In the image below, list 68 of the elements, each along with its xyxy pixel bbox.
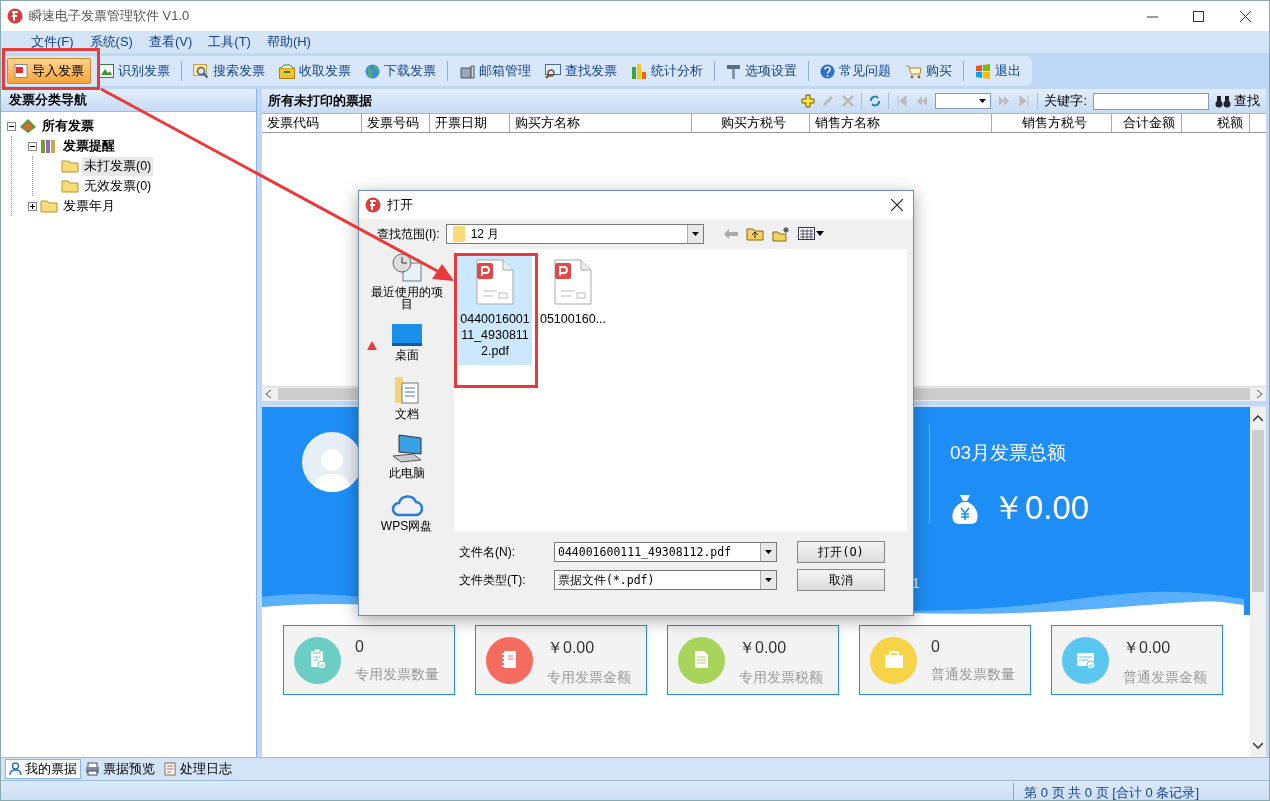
file-type-label: 文件类型(T):	[459, 571, 527, 589]
bottom-tab[interactable]: 我的票据	[5, 759, 81, 779]
file-type-dropdown[interactable]: 票据文件(*.pdf)	[554, 570, 777, 590]
stat-label: 专用发票金额	[547, 669, 631, 687]
tree-item[interactable]: 未打发票(0)	[82, 156, 154, 176]
toolbar-button[interactable]: 识别发票	[91, 58, 177, 84]
toolbar-button[interactable]: 导入发票	[7, 58, 91, 84]
menu-item[interactable]: 系统(S)	[81, 33, 141, 51]
toolbar-button[interactable]: 下载发票	[358, 58, 443, 84]
month-total-label: 03月发票总额	[950, 441, 1068, 465]
place-shortcut[interactable]: 最近使用的项目	[368, 253, 445, 310]
column-header[interactable]: 购买方税号	[692, 114, 810, 132]
place-shortcut[interactable]: 此电脑	[368, 434, 445, 479]
toolbar-button[interactable]: 查找发票	[538, 58, 624, 84]
month-total-amount: ￥0.00	[992, 488, 1090, 528]
stat-label: 普通发票数量	[931, 666, 1015, 684]
menu-item[interactable]: 工具(T)	[200, 33, 259, 51]
bottom-tab[interactable]: 处理日志	[159, 759, 236, 779]
toolbar-button[interactable]: 选项设置	[719, 58, 804, 84]
file-name-label: 文件名(N):	[459, 543, 516, 561]
tree-item[interactable]: 所有发票	[40, 116, 96, 136]
window-title: 瞬速电子发票管理软件 V1.0	[29, 7, 190, 25]
tree-item[interactable]: 发票年月	[61, 196, 117, 216]
folder-dropdown[interactable]: 12 月	[445, 224, 704, 244]
stat-value: 0	[355, 638, 365, 656]
stat-label: 专用发票税额	[739, 669, 823, 687]
column-header[interactable]: 销售方名称	[810, 114, 992, 132]
tree-item[interactable]: 无效发票(0)	[82, 176, 154, 196]
toolbar-button[interactable]: 收取发票	[272, 58, 358, 84]
column-header[interactable]: 开票日期	[430, 114, 510, 132]
column-header[interactable]: 税额	[1182, 114, 1250, 132]
place-shortcut[interactable]: 文档	[368, 375, 445, 420]
place-shortcut[interactable]: WPS网盘	[368, 493, 445, 532]
column-header[interactable]: 购买方名称	[510, 114, 692, 132]
stat-label: 专用发票数量	[355, 666, 439, 684]
stat-value: ￥0.00	[1123, 638, 1172, 658]
tree-item[interactable]: 发票提醒	[61, 136, 117, 156]
menu-item[interactable]: 查看(V)	[140, 33, 201, 51]
file-item[interactable]: 044001600111_49308112.pdf	[458, 255, 532, 365]
look-in-label: 查找范围(I):	[377, 225, 440, 243]
stat-value: 0	[931, 638, 941, 656]
menu-item[interactable]: 文件(F)	[23, 33, 82, 51]
place-shortcut[interactable]: 桌面	[368, 324, 445, 361]
toolbar-button[interactable]: 购买	[898, 58, 959, 84]
column-header[interactable]: 发票代码	[262, 114, 362, 132]
toolbar-button[interactable]: 搜索发票	[186, 58, 272, 84]
stat-value: ￥0.00	[739, 638, 788, 658]
column-header[interactable]: 发票号码	[362, 114, 430, 132]
menu-item[interactable]: 帮助(H)	[258, 33, 319, 51]
toolbar-button[interactable]: 常见问题	[813, 58, 898, 84]
cancel-button[interactable]: 取消	[797, 569, 885, 591]
stat-value: ￥0.00	[547, 638, 596, 658]
open-button[interactable]: 打开(O)	[797, 541, 885, 563]
bottom-tab[interactable]: 票据预览	[81, 759, 159, 779]
toolbar-button[interactable]: 邮箱管理	[452, 58, 538, 84]
dialog-title: 打开	[387, 196, 413, 214]
status-text: 第 0 页 共 0 页 [合计 0 条记录]	[1013, 782, 1269, 800]
file-item[interactable]: 05100160...	[536, 255, 610, 333]
column-header[interactable]: 销售方税号	[992, 114, 1112, 132]
panel-title: 发票分类导航	[1, 89, 256, 112]
toolbar-button[interactable]: 退出	[968, 58, 1028, 84]
file-name-field[interactable]: 044001600111_49308112.pdf	[554, 542, 777, 562]
keyword-label: 关键字:	[1044, 92, 1087, 110]
search-button[interactable]: 查找	[1215, 92, 1266, 110]
toolbar-button[interactable]: 统计分析	[624, 58, 710, 84]
column-header[interactable]: 合计金额	[1112, 114, 1182, 132]
panel-title: 所有未打印的票据	[268, 92, 373, 110]
stat-label: 普通发票金额	[1123, 669, 1207, 687]
